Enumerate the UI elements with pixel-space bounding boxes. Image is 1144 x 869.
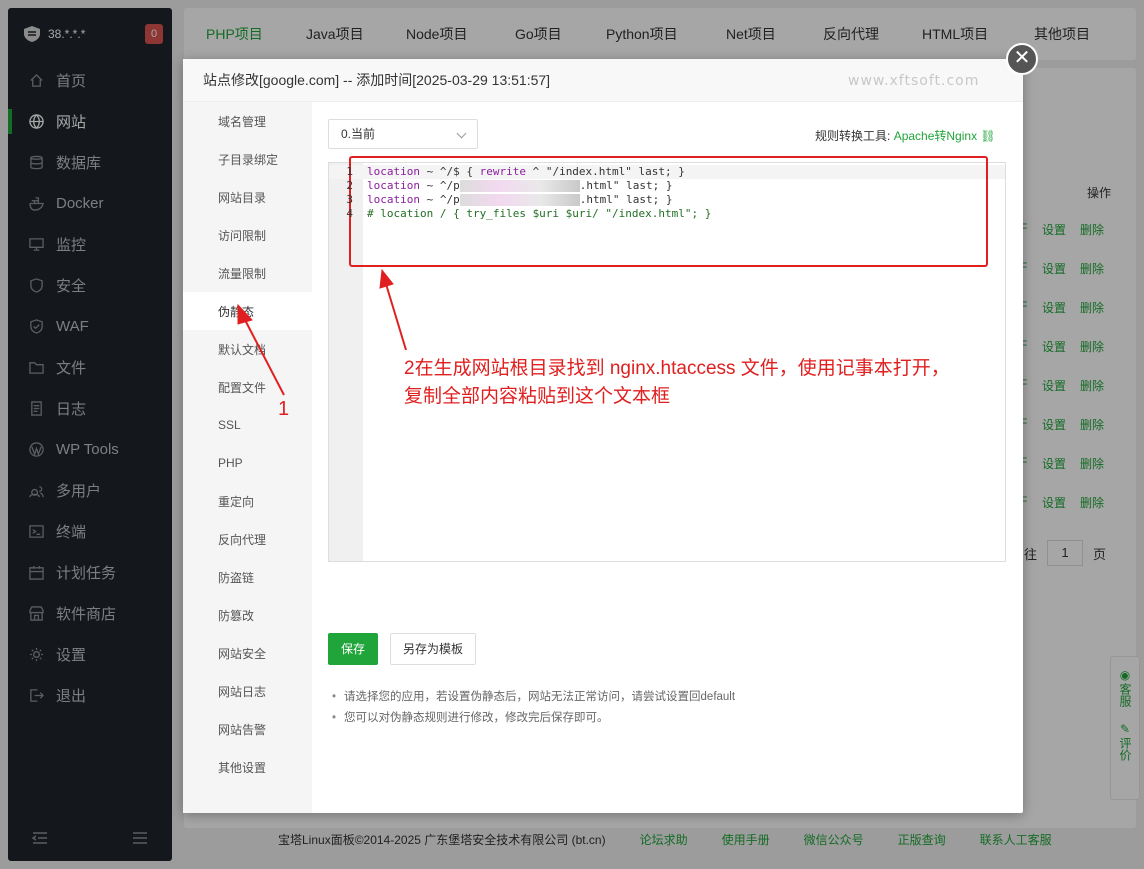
annotation-step-1: 1 (278, 398, 290, 420)
dialog-menu-item-6[interactable]: 默认文档 (183, 330, 312, 368)
close-icon: ✕ (1013, 47, 1031, 69)
dialog-menu-item-12[interactable]: 防盗链 (183, 558, 312, 596)
annotation-line-1: 2在生成网站根目录找到 nginx.htaccess 文件，使用记事本打开， (404, 358, 950, 379)
watermark: www.xftsoft.com (848, 73, 980, 89)
dialog-menu-item-14[interactable]: 网站安全 (183, 634, 312, 672)
dialog-menu-item-3[interactable]: 访问限制 (183, 216, 312, 254)
dialog-menu-item-7[interactable]: 配置文件 (183, 368, 312, 406)
annotation-line-2: 复制全部内容粘贴到这个文本框 (404, 386, 671, 407)
dialog-menu-item-5[interactable]: 伪静态 (183, 292, 312, 330)
tip-item: 您可以对伪静态规则进行修改，修改完后保存即可。 (332, 708, 735, 729)
dialog-menu-item-16[interactable]: 网站告警 (183, 710, 312, 748)
line-number: 4 (346, 207, 353, 220)
annotation-step-2: 2在生成网站根目录找到 nginx.htaccess 文件，使用记事本打开， 复… (404, 355, 950, 411)
save-button[interactable]: 保存 (328, 633, 378, 665)
apache-to-nginx-link[interactable]: Apache转Nginx (894, 129, 977, 143)
dialog-menu-item-8[interactable]: SSL (183, 406, 312, 444)
dialog-menu-item-17[interactable]: 其他设置 (183, 748, 312, 786)
dialog-menu-item-0[interactable]: 域名管理 (183, 102, 312, 140)
save-as-template-button[interactable]: 另存为模板 (390, 633, 476, 665)
rewrite-template-select[interactable]: 0.当前 (328, 119, 478, 149)
dialog-menu-item-2[interactable]: 网站目录 (183, 178, 312, 216)
dialog-menu-item-9[interactable]: PHP (183, 444, 312, 482)
annotation-highlight-box (349, 156, 988, 267)
dialog-menu-item-10[interactable]: 重定向 (183, 482, 312, 520)
dialog-menu-item-1[interactable]: 子目录绑定 (183, 140, 312, 178)
dialog-menu-item-13[interactable]: 防篡改 (183, 596, 312, 634)
dialog-menu-item-4[interactable]: 流量限制 (183, 254, 312, 292)
line-number: 1 (346, 165, 353, 178)
dialog-menu: 域名管理 子目录绑定 网站目录 访问限制 流量限制 伪静态 默认文档 配置文件 SSL PHP 重定… (183, 102, 312, 813)
line-number: 3 (346, 193, 353, 206)
link-icon: ⛓ (980, 129, 996, 143)
chevron-down-icon (456, 128, 467, 139)
dialog-menu-item-11[interactable]: 反向代理 (183, 520, 312, 558)
help-tips: 请选择您的应用，若设置伪静态后，网站无法正常访问，请尝试设置回default 您… (332, 687, 735, 729)
select-value: 0.当前 (341, 127, 376, 141)
rule-tool-label: 规则转换工具: (815, 129, 891, 143)
dialog-menu-item-15[interactable]: 网站日志 (183, 672, 312, 710)
line-number: 2 (346, 179, 353, 192)
rule-convert-tool: 规则转换工具: Apache转Nginx ⛓ (815, 127, 996, 144)
tip-item: 请选择您的应用，若设置伪静态后，网站无法正常访问，请尝试设置回default (332, 687, 735, 708)
close-dialog-button[interactable]: ✕ (1006, 43, 1038, 75)
